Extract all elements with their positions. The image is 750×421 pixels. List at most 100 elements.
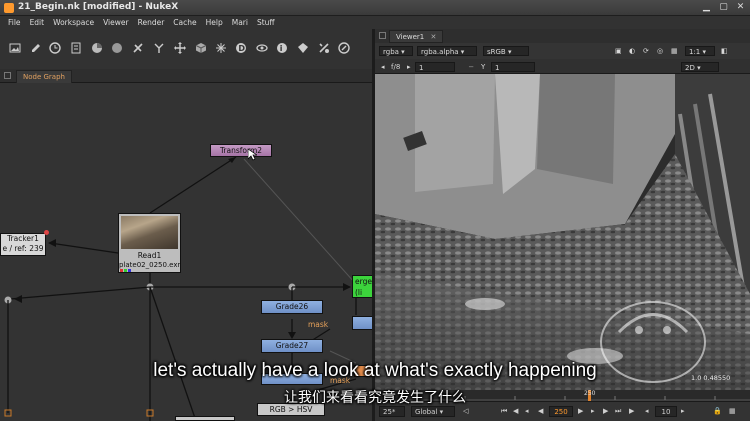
node-tracker[interactable]: Tracker1 e / ref: 239: [0, 233, 46, 256]
gain-field[interactable]: 1: [415, 62, 455, 72]
next-key-icon[interactable]: ▶: [603, 406, 608, 417]
refresh-icon[interactable]: ⟳: [643, 46, 649, 56]
title-bar: 21_Begin.nk [modified] - NukeX ▁ ▢ ✕: [0, 0, 750, 16]
first-frame-icon[interactable]: ◁: [463, 406, 468, 417]
node-grade26-label: Grade26: [275, 302, 309, 311]
toolsets-icon[interactable]: [296, 41, 309, 54]
viewer-tab-close-icon[interactable]: ✕: [430, 33, 436, 41]
minimize-icon[interactable]: ▁: [701, 2, 712, 13]
nuke-logo-tool-icon[interactable]: [337, 41, 350, 54]
mask-label: mask: [308, 320, 329, 329]
node-tracker-label: Tracker1: [7, 234, 39, 243]
playback-settings-icon[interactable]: ▦: [729, 406, 736, 417]
window-title: 21_Begin.nk [modified] - NukeX: [18, 2, 179, 12]
close-icon[interactable]: ✕: [735, 2, 746, 13]
read-thumbnail: [121, 216, 178, 249]
read-channel-blue: [128, 269, 131, 272]
fstop-value[interactable]: f/8: [391, 62, 400, 72]
alpha-channel-dropdown[interactable]: rgba.alpha ▾: [417, 46, 477, 56]
panel-menu-icon[interactable]: [4, 72, 11, 79]
overlay-icon[interactable]: ◎: [657, 46, 663, 56]
gamma-field[interactable]: 1: [491, 62, 535, 72]
loop-icon[interactable]: ▶: [629, 406, 634, 417]
maximize-icon[interactable]: ▢: [718, 2, 729, 13]
nodes-toolbar: D i: [0, 29, 372, 69]
step-back-icon[interactable]: ◂: [525, 406, 529, 417]
node-merge-label: erge1 (li: [355, 277, 372, 297]
play-icon[interactable]: ▶: [578, 406, 583, 417]
merge-icon[interactable]: [152, 41, 165, 54]
other-icon[interactable]: [317, 41, 330, 54]
menu-edit[interactable]: Edit: [30, 18, 45, 27]
node-grade27[interactable]: Grade27: [261, 339, 323, 353]
step-increment-icon[interactable]: ◂: [645, 406, 649, 417]
gamma-slider-icon[interactable]: ━: [469, 62, 473, 72]
lock-range-icon[interactable]: 🔒: [713, 406, 722, 417]
y-label: Y: [481, 63, 486, 71]
particles-icon[interactable]: [214, 41, 227, 54]
skip-back-icon[interactable]: ⏮: [501, 406, 507, 417]
view-mode-dropdown[interactable]: 2D ▾: [681, 62, 719, 72]
channel-icon[interactable]: [69, 41, 82, 54]
roi-icon[interactable]: ▦: [671, 46, 678, 56]
tab-node-graph[interactable]: Node Graph: [16, 70, 72, 83]
menu-cache[interactable]: Cache: [173, 18, 196, 27]
metadata-icon[interactable]: i: [275, 41, 288, 54]
menu-viewer[interactable]: Viewer: [103, 18, 129, 27]
node-grade26[interactable]: Grade26: [261, 300, 323, 314]
mouse-cursor-icon: [248, 149, 257, 161]
color-icon[interactable]: [90, 41, 103, 54]
menu-workspace[interactable]: Workspace: [53, 18, 94, 27]
read-channel-red: [120, 269, 123, 272]
viewer-controls-bottom: ◂ f/8 ▸ 1 ━ Y 1 2D ▾: [375, 59, 750, 74]
menu-file[interactable]: File: [8, 18, 21, 27]
subtitle-chinese: 让我们来看看究竟发生了什么: [284, 390, 466, 406]
tab-viewer1[interactable]: Viewer1 ✕: [389, 30, 444, 43]
node-grade-partial[interactable]: [352, 316, 372, 330]
range-dropdown[interactable]: Global ▾: [411, 406, 455, 417]
node-bottom-partial[interactable]: [175, 416, 235, 421]
subtitle-english: let's actually have a look at what's exa…: [153, 360, 597, 381]
views-icon[interactable]: [255, 41, 268, 54]
wipe-icon[interactable]: ◐: [629, 46, 635, 56]
viewer-controls-top: rgba ▾ rgba.alpha ▾ sRGB ▾ ▣ ◐ ⟳ ◎ ▦ 1:1…: [375, 43, 750, 59]
zoom-dropdown[interactable]: 1:1 ▾: [685, 46, 715, 56]
node-graph-tabbar: Node Graph: [0, 69, 372, 83]
menu-stuff[interactable]: Stuff: [257, 18, 275, 27]
svg-text:i: i: [279, 44, 282, 53]
play-back-icon[interactable]: ◀: [538, 406, 543, 417]
step-size-field[interactable]: 10: [655, 406, 677, 417]
image-icon[interactable]: [8, 41, 21, 54]
channels-dropdown[interactable]: rgba ▾: [379, 46, 413, 56]
read-channel-green: [124, 269, 127, 272]
colorspace-dropdown[interactable]: sRGB ▾: [483, 46, 529, 56]
filter-icon[interactable]: [110, 41, 123, 54]
fps-dropdown[interactable]: 25* ▾: [379, 406, 405, 421]
node-merge[interactable]: erge1 (li: [352, 275, 372, 298]
time-icon[interactable]: [48, 41, 61, 54]
lock-icon[interactable]: ▣: [615, 46, 622, 56]
step-increment-next-icon[interactable]: ▸: [681, 406, 685, 417]
deep-icon[interactable]: D: [234, 41, 247, 54]
prev-key-icon[interactable]: ◀: [513, 406, 518, 417]
menu-render[interactable]: Render: [138, 18, 165, 27]
viewer-settings-icon[interactable]: ◧: [721, 46, 728, 56]
3d-icon[interactable]: [194, 41, 207, 54]
svg-text:D: D: [238, 44, 245, 53]
viewer-tabbar: Viewer1 ✕: [375, 29, 750, 43]
menu-mari[interactable]: Mari: [232, 18, 248, 27]
menu-help[interactable]: Help: [206, 18, 223, 27]
skip-forward-icon[interactable]: ⏭: [615, 406, 621, 417]
current-frame-field[interactable]: 250: [549, 406, 573, 417]
keyer-icon[interactable]: [131, 41, 144, 54]
nuke-logo-icon: [4, 3, 14, 13]
viewer-panel-menu-icon[interactable]: [379, 32, 386, 39]
node-read[interactable]: Read1 plate02_0250.exr: [118, 213, 181, 273]
transform-icon[interactable]: [173, 41, 186, 54]
fstop-next-icon[interactable]: ▸: [407, 62, 411, 72]
draw-icon[interactable]: [29, 41, 42, 54]
node-transform[interactable]: Transform2: [210, 144, 272, 157]
node-read-file: plate02_0250.exr: [119, 261, 180, 269]
fstop-arrow-icon[interactable]: ◂: [381, 62, 385, 72]
step-forward-icon[interactable]: ▸: [591, 406, 595, 417]
